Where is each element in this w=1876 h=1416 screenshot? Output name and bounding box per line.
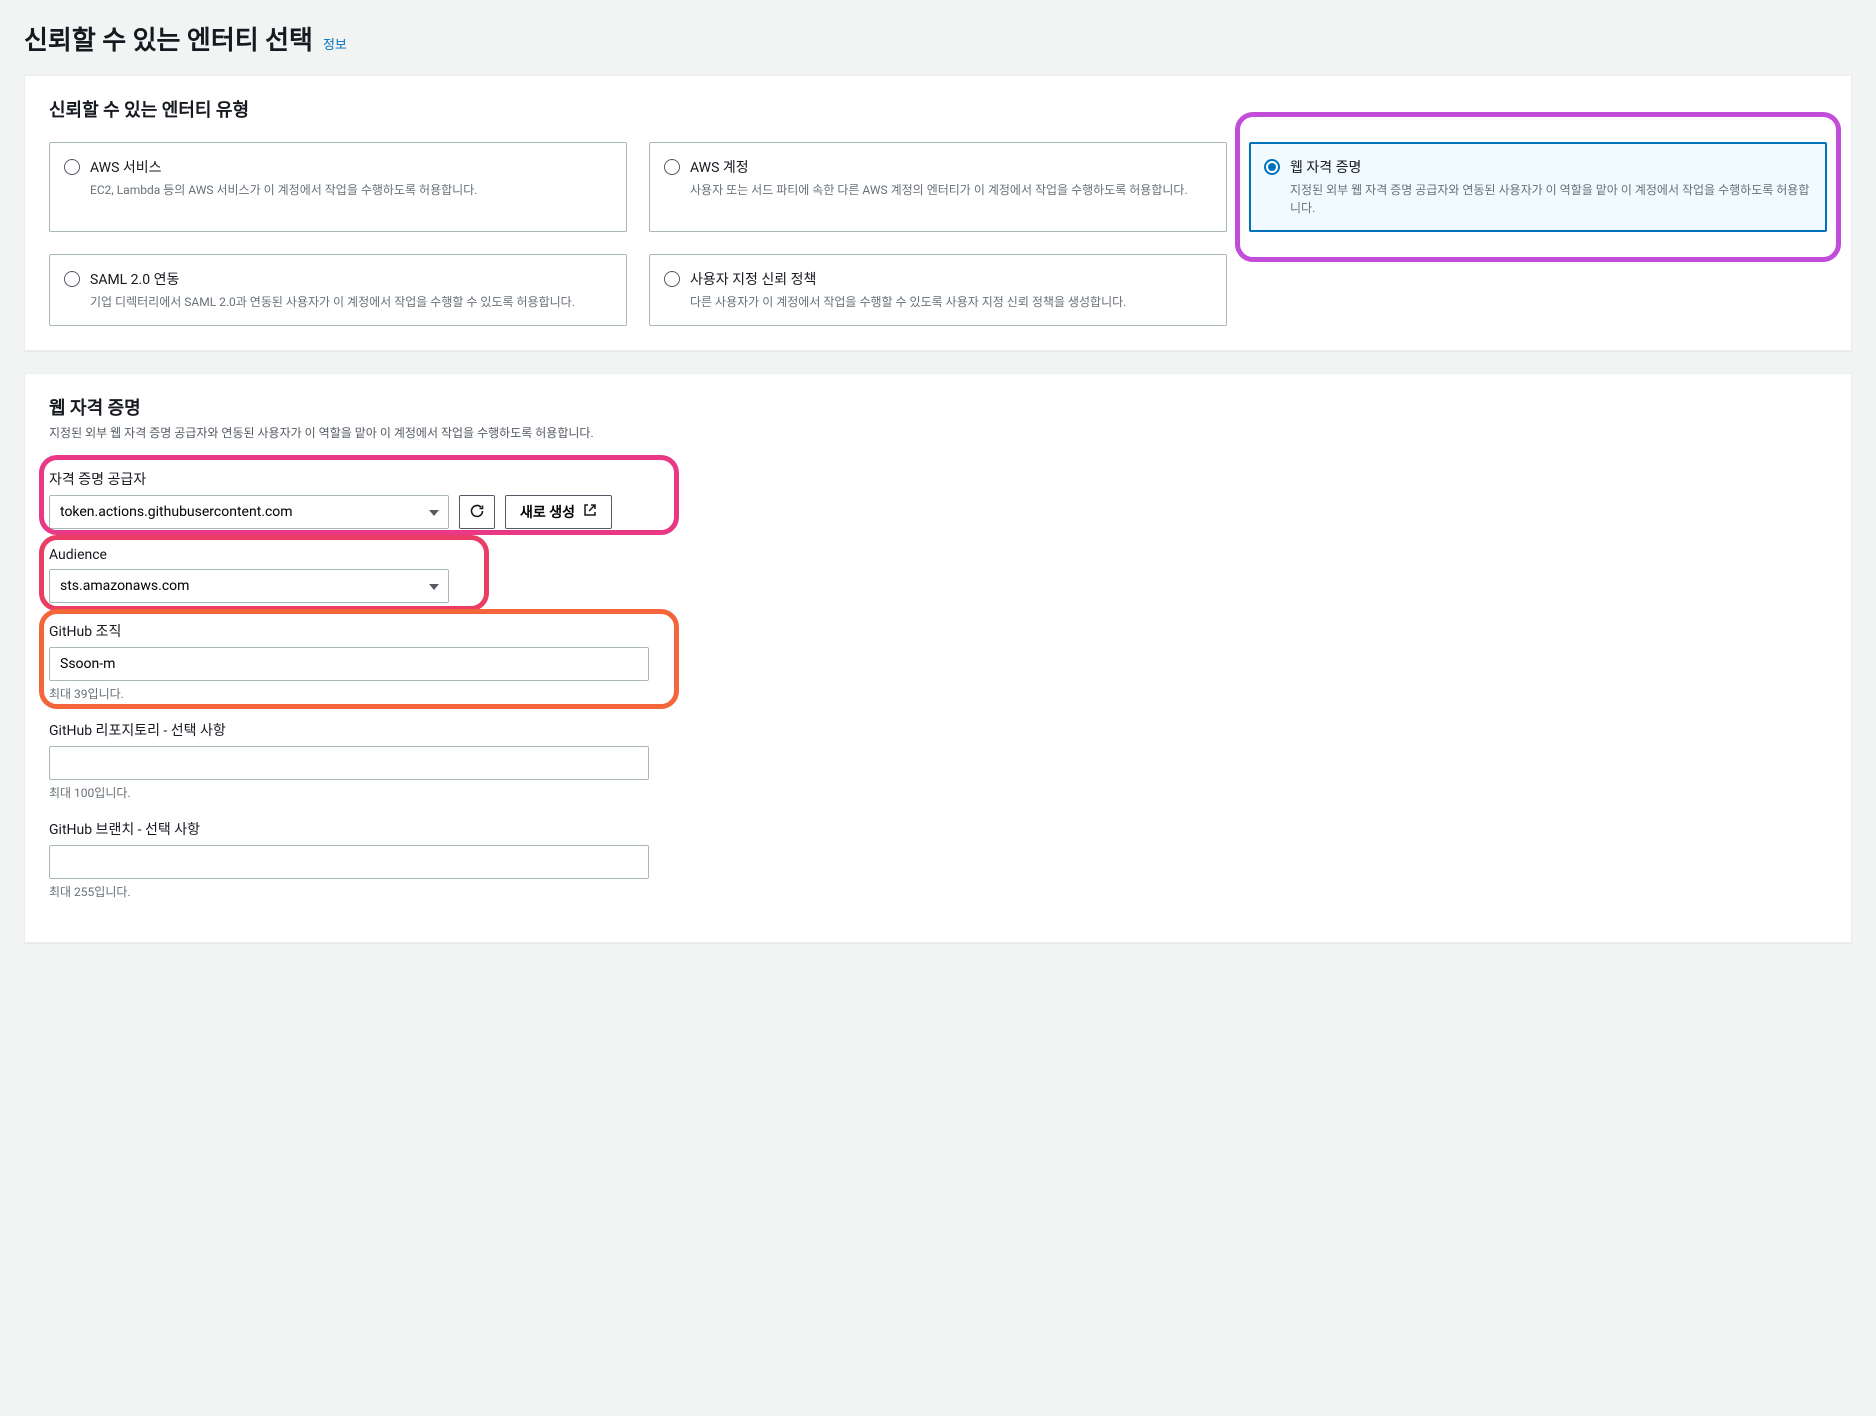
github-repo-helper: 최대 100입니다. [49,784,1827,801]
option-desc: 다른 사용자가 이 계정에서 작업을 수행할 수 있도록 사용자 지정 신뢰 정… [690,293,1210,311]
trusted-entity-type-panel: 신뢰할 수 있는 엔터티 유형 AWS 서비스 EC2, Lambda 등의 A… [24,75,1852,351]
github-branch-label: GitHub 브랜치 - 선택 사항 [49,819,1827,839]
option-title: 사용자 지정 신뢰 정책 [690,269,1210,289]
option-title: AWS 계정 [690,157,1210,177]
option-aws-account[interactable]: AWS 계정 사용자 또는 서드 파티에 속한 다른 AWS 계정의 엔터티가 … [649,142,1227,232]
github-repo-input[interactable] [49,746,649,780]
github-org-input[interactable] [49,647,649,681]
github-branch-block: GitHub 브랜치 - 선택 사항 최대 255입니다. [49,819,1827,900]
option-desc: EC2, Lambda 등의 AWS 서비스가 이 계정에서 작업을 수행하도록… [90,181,610,199]
external-link-icon [583,503,597,521]
github-org-block: GitHub 조직 최대 39입니다. [49,621,1827,702]
github-repo-label: GitHub 리포지토리 - 선택 사항 [49,720,1827,740]
entity-type-options: AWS 서비스 EC2, Lambda 등의 AWS 서비스가 이 계정에서 작… [49,142,1827,326]
page-title: 신뢰할 수 있는 엔터티 선택 [24,20,313,57]
audience-value[interactable] [49,569,449,603]
radio-icon [664,271,680,287]
create-new-label: 새로 생성 [520,502,575,522]
create-new-button[interactable]: 새로 생성 [505,495,612,529]
refresh-icon [469,503,485,522]
panel-title-web-identity: 웹 자격 증명 [49,394,1827,420]
option-title: SAML 2.0 연동 [90,269,610,289]
github-org-label: GitHub 조직 [49,621,1827,641]
identity-provider-select[interactable] [49,495,449,529]
option-desc: 기업 디렉터리에서 SAML 2.0과 연동된 사용자가 이 계정에서 작업을 … [90,293,610,311]
radio-icon [64,271,80,287]
identity-provider-block: 자격 증명 공급자 새로 생성 [49,469,1827,529]
audience-select[interactable] [49,569,449,603]
option-web-identity[interactable]: 웹 자격 증명 지정된 외부 웹 자격 증명 공급자와 연동된 사용자가 이 역… [1249,142,1827,232]
identity-provider-value[interactable] [49,495,449,529]
option-custom-trust[interactable]: 사용자 지정 신뢰 정책 다른 사용자가 이 계정에서 작업을 수행할 수 있도… [649,254,1227,326]
github-branch-input[interactable] [49,845,649,879]
option-desc: 지정된 외부 웹 자격 증명 공급자와 연동된 사용자가 이 역할을 맡아 이 … [1290,181,1810,217]
panel-subtitle: 지정된 외부 웹 자격 증명 공급자와 연동된 사용자가 이 역할을 맡아 이 … [49,424,1827,441]
option-title: AWS 서비스 [90,157,610,177]
option-desc: 사용자 또는 서드 파티에 속한 다른 AWS 계정의 엔터티가 이 계정에서 … [690,181,1210,199]
info-link[interactable]: 정보 [323,34,347,53]
radio-icon [64,159,80,175]
audience-block: Audience [49,547,1827,603]
web-identity-panel: 웹 자격 증명 지정된 외부 웹 자격 증명 공급자와 연동된 사용자가 이 역… [24,373,1852,943]
radio-icon [664,159,680,175]
github-org-helper: 최대 39입니다. [49,685,1827,702]
audience-label: Audience [49,547,1827,563]
panel-title-entity-type: 신뢰할 수 있는 엔터티 유형 [49,96,1827,122]
refresh-button[interactable] [459,495,495,529]
page-header: 신뢰할 수 있는 엔터티 선택 정보 [24,20,1852,57]
github-branch-helper: 최대 255입니다. [49,883,1827,900]
option-title: 웹 자격 증명 [1290,157,1810,177]
radio-icon [1264,159,1280,175]
option-saml[interactable]: SAML 2.0 연동 기업 디렉터리에서 SAML 2.0과 연동된 사용자가… [49,254,627,326]
identity-provider-label: 자격 증명 공급자 [49,469,1827,489]
github-repo-block: GitHub 리포지토리 - 선택 사항 최대 100입니다. [49,720,1827,801]
option-aws-service[interactable]: AWS 서비스 EC2, Lambda 등의 AWS 서비스가 이 계정에서 작… [49,142,627,232]
option-web-identity-wrap: 웹 자격 증명 지정된 외부 웹 자격 증명 공급자와 연동된 사용자가 이 역… [1249,142,1827,232]
